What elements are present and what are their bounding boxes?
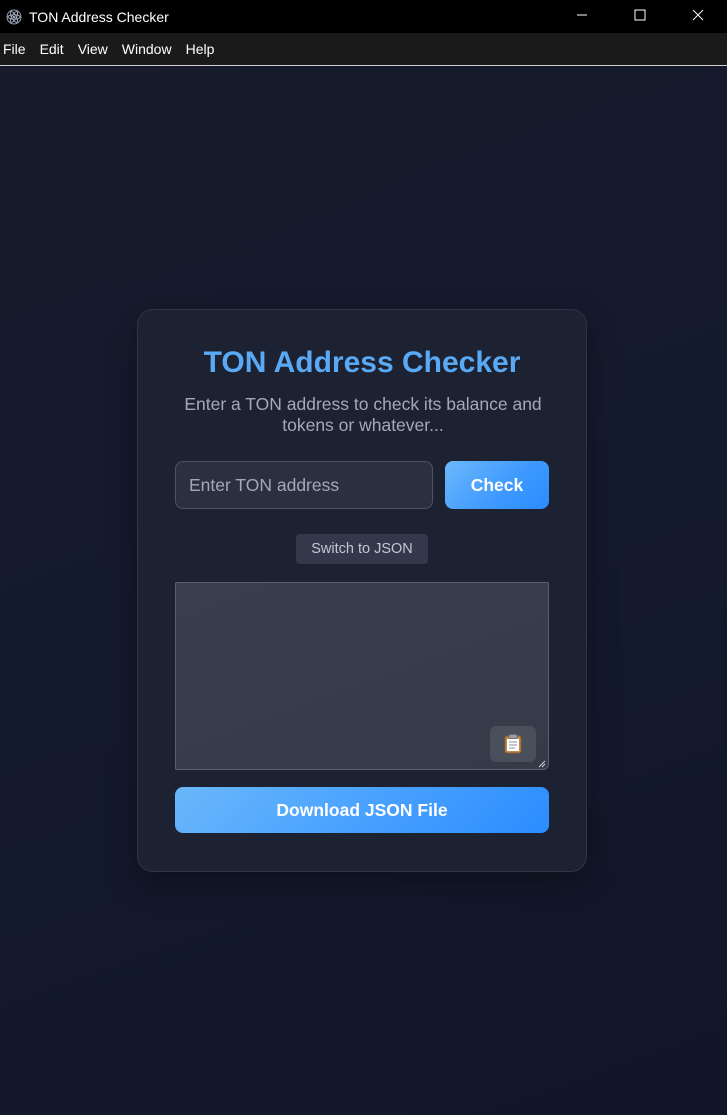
electron-app-icon xyxy=(6,9,22,25)
menu-bar: File Edit View Window Help xyxy=(0,33,727,66)
maximize-button[interactable] xyxy=(611,0,669,30)
close-icon xyxy=(692,9,704,21)
menu-file[interactable]: File xyxy=(0,33,33,66)
minimize-icon xyxy=(577,14,587,16)
window-controls xyxy=(553,0,727,33)
menu-help[interactable]: Help xyxy=(183,33,222,66)
clipboard-icon xyxy=(504,734,522,754)
page-subtitle: Enter a TON address to check its balance… xyxy=(184,394,542,435)
menu-window[interactable]: Window xyxy=(119,33,179,66)
minimize-button[interactable] xyxy=(553,0,611,30)
close-button[interactable] xyxy=(669,0,727,30)
window-title: TON Address Checker xyxy=(29,8,169,25)
menu-view[interactable]: View xyxy=(75,33,115,66)
check-button[interactable]: Check xyxy=(445,461,549,509)
download-json-button[interactable]: Download JSON File xyxy=(175,787,549,833)
address-checker-card: TON Address Checker Enter a TON address … xyxy=(137,309,587,872)
resize-grip-icon[interactable] xyxy=(537,759,546,768)
copy-button[interactable] xyxy=(490,726,536,762)
address-input[interactable] xyxy=(175,461,433,509)
maximize-icon xyxy=(634,9,646,21)
page-title: TON Address Checker xyxy=(203,346,521,379)
title-bar: TON Address Checker xyxy=(0,0,727,33)
app-content: TON Address Checker Enter a TON address … xyxy=(0,67,727,1115)
menu-edit[interactable]: Edit xyxy=(37,33,71,66)
switch-to-json-button[interactable]: Switch to JSON xyxy=(296,534,428,564)
